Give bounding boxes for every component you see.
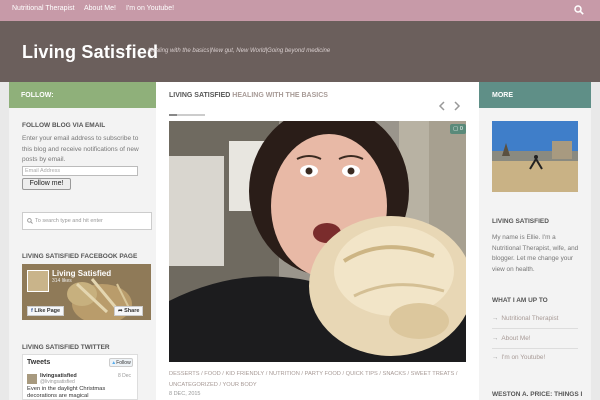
featured-heading-strong: LIVING SATISFIED: [169, 92, 231, 99]
follow-button[interactable]: Follow me!: [22, 178, 71, 190]
facebook-page-widget[interactable]: Living Satisfied 314 likes f Like Page ➦…: [22, 264, 151, 320]
featured-heading: LIVING SATISFIED HEALING WITH THE BASICS: [169, 92, 328, 99]
site-title[interactable]: Living Satisfied: [22, 42, 158, 63]
follow-heading: FOLLOW:: [9, 82, 156, 108]
about-image: [492, 121, 578, 192]
site-tagline: Healing with the basics|New gut, New Wor…: [148, 48, 331, 54]
facebook-likes-count: 314 likes: [52, 278, 72, 284]
sidebar-link-about-me[interactable]: → About Me!: [492, 335, 531, 342]
post-date: 8 DEC, 2015: [169, 391, 201, 397]
facebook-profile-picture: [27, 270, 49, 292]
divider: [492, 348, 578, 349]
sidebar-link-label: Nutritional Therapist: [501, 315, 559, 322]
top-nav: Nutritional Therapist About Me! I'm on Y…: [0, 0, 600, 21]
tweet-text: Even in the daylight Christmas decoratio…: [27, 386, 106, 399]
up-to-title: WHAT I AM UP TO: [492, 297, 548, 304]
comment-count-badge[interactable]: ▢ 0: [450, 124, 466, 134]
follow-blog-title: FOLLOW BLOG VIA EMAIL: [22, 122, 106, 129]
tweets-heading: Tweets: [27, 359, 51, 366]
nav-item-about-me[interactable]: About Me!: [84, 5, 116, 12]
facebook-widget-title: LIVING SATISFIED FACEBOOK PAGE: [22, 253, 138, 260]
chevron-left-icon[interactable]: [438, 101, 446, 111]
twitter-widget-title: LIVING SATISFIED TWITTER: [22, 344, 110, 351]
avatar[interactable]: [27, 374, 37, 384]
more-heading: MORE: [479, 82, 591, 108]
heading-underline: [169, 114, 205, 116]
weston-price-title: WESTON A. PRICE: THINGS I: [492, 391, 583, 398]
right-sidebar: MORE LIVING SATISFIED My name is Ellie. …: [479, 82, 591, 400]
share-label: Share: [124, 308, 140, 314]
facebook-page-name[interactable]: Living Satisfied: [52, 269, 111, 278]
twitter-follow-button[interactable]: ▲Follow: [109, 358, 133, 367]
like-page-label: Like Page: [34, 308, 61, 314]
sidebar-link-youtube[interactable]: → I'm on Youtube!: [492, 354, 545, 361]
about-description: My name is Ellie. I'm a Nutritional Ther…: [492, 234, 579, 273]
divider: [492, 328, 578, 329]
sidebar-link-nutritional-therapist[interactable]: → Nutritional Therapist: [492, 315, 558, 322]
search-placeholder: To search type and hit enter: [35, 218, 103, 224]
featured-post-image[interactable]: [169, 121, 466, 362]
featured-heading-accent: HEALING WITH THE BASICS: [232, 92, 328, 99]
tweet-date[interactable]: 8 Dec: [118, 373, 131, 379]
nav-item-youtube[interactable]: I'm on Youtube!: [126, 5, 174, 12]
search-icon: [27, 218, 33, 224]
nav-item-nutritional-therapist[interactable]: Nutritional Therapist: [12, 5, 75, 12]
sidebar-link-label: I'm on Youtube!: [501, 354, 546, 361]
facebook-share-button[interactable]: ➦ Share: [114, 306, 144, 316]
comment-icon: ▢: [453, 126, 460, 132]
main-content: LIVING SATISFIED HEALING WITH THE BASICS: [156, 82, 479, 400]
search-input[interactable]: To search type and hit enter: [22, 212, 152, 230]
twitter-follow-label: Follow: [116, 360, 131, 366]
tweet-handle: @livingsatisfied: [40, 379, 75, 385]
chevron-right-icon[interactable]: [453, 101, 461, 111]
post-categories[interactable]: DESSERTS / FOOD / KID FRIENDLY / NUTRITI…: [169, 369, 459, 391]
about-title: LIVING SATISFIED: [492, 218, 549, 225]
sidebar-link-label: About Me!: [501, 335, 531, 342]
facebook-like-button[interactable]: f Like Page: [27, 306, 65, 316]
comment-count: 0: [459, 126, 463, 132]
twitter-timeline-widget[interactable]: Tweets ▲Follow livingsatisfied @livingsa…: [22, 354, 138, 400]
site-header: Living Satisfied Healing with the basics…: [0, 21, 600, 82]
search-icon[interactable]: [574, 5, 584, 15]
follow-blog-description: Enter your email address to subscribe to…: [22, 135, 139, 163]
email-field[interactable]: Email Address: [22, 166, 138, 176]
left-sidebar: FOLLOW: FOLLOW BLOG VIA EMAIL Enter your…: [9, 82, 156, 400]
